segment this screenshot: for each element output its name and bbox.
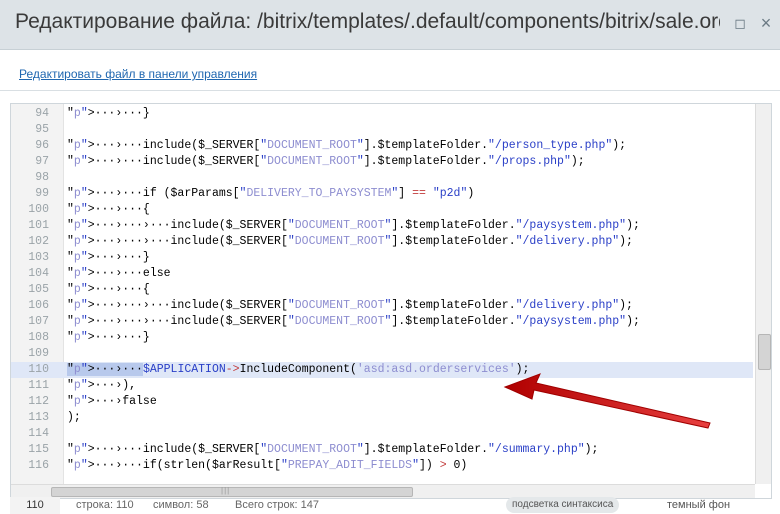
- syntax-highlight-button[interactable]: подсветка синтаксиса: [506, 497, 620, 513]
- code-line[interactable]: 96 "p">···›···include($_SERVER["DOCUMENT_…: [11, 138, 753, 154]
- code-line[interactable]: 98: [11, 170, 753, 186]
- line-number: 104: [28, 267, 49, 280]
- line-number: 114: [28, 427, 49, 440]
- code-line[interactable]: 103 "p">···›···}: [11, 250, 753, 266]
- code-line[interactable]: 97 "p">···›···include($_SERVER["DOCUMENT_…: [11, 154, 753, 170]
- code-line[interactable]: 108 "p">···›···}: [11, 330, 753, 346]
- code-text[interactable]: "p">···›···›···include($_SERVER["DOCUMEN…: [67, 298, 633, 314]
- line-number: 105: [28, 283, 49, 296]
- line-number: 112: [28, 395, 49, 408]
- line-number: 107: [28, 315, 49, 328]
- code-line[interactable]: 114: [11, 426, 753, 442]
- vertical-scrollbar[interactable]: [755, 104, 771, 484]
- dark-background-toggle[interactable]: темный фон: [667, 499, 730, 511]
- code-text[interactable]: "p">···›false: [67, 394, 157, 410]
- code-text[interactable]: "p">···›···if(strlen($arResult["PREPAY_A…: [67, 458, 467, 474]
- code-line[interactable]: 115 "p">···›···include($_SERVER["DOCUMENT…: [11, 442, 753, 458]
- line-number: 99: [35, 187, 49, 200]
- line-number: 97: [35, 155, 49, 168]
- code-text[interactable]: "p">···›···›···include($_SERVER["DOCUMEN…: [67, 314, 640, 330]
- divider: [0, 90, 780, 91]
- code-line[interactable]: 106 "p">···›···›···include($_SERVER["DOCU…: [11, 298, 753, 314]
- line-number: 116: [28, 459, 49, 472]
- code-text[interactable]: "p">···›···include($_SERVER["DOCUMENT_RO…: [67, 154, 585, 170]
- code-editor[interactable]: 94 "p">···›···} 95 96 "p">···›···include($_S…: [10, 103, 772, 499]
- status-total-lines: Всего строк: 147: [235, 499, 319, 511]
- line-number: 102: [28, 235, 49, 248]
- code-text[interactable]: "p">···›···else: [67, 266, 171, 282]
- scroll-grip-icon: |||: [221, 486, 231, 495]
- line-number: 106: [28, 299, 49, 312]
- code-line[interactable]: 104 "p">···›···else: [11, 266, 753, 282]
- line-number: 111: [28, 379, 49, 392]
- code-line[interactable]: 105 "p">···›···{: [11, 282, 753, 298]
- line-number: 94: [35, 107, 49, 120]
- code-line[interactable]: 109: [11, 346, 753, 362]
- close-icon[interactable]: ×: [759, 14, 773, 32]
- code-text[interactable]: );: [67, 410, 81, 426]
- code-line[interactable]: 110 "p">···›···$APPLICATION->IncludeCompo…: [11, 362, 753, 378]
- current-line-indicator: 110: [10, 497, 60, 514]
- code-text[interactable]: "p">···›···include($_SERVER["DOCUMENT_RO…: [67, 138, 626, 154]
- code-text[interactable]: "p">···›···$APPLICATION->IncludeComponen…: [67, 362, 529, 378]
- code-line[interactable]: 113);: [11, 410, 753, 426]
- line-number: 109: [28, 347, 49, 360]
- line-number: 101: [28, 219, 49, 232]
- code-line[interactable]: 116 "p">···›···if(strlen($arResult["PREPA…: [11, 458, 753, 474]
- code-text[interactable]: "p">···›···›···include($_SERVER["DOCUMEN…: [67, 218, 640, 234]
- code-line[interactable]: 101 "p">···›···›···include($_SERVER["DOCU…: [11, 218, 753, 234]
- status-col: символ: 58: [153, 499, 209, 511]
- line-number: 95: [35, 123, 49, 136]
- maximize-icon[interactable]: ◻: [733, 16, 747, 30]
- code-line[interactable]: 102 "p">···›···›···include($_SERVER["DOCU…: [11, 234, 753, 250]
- code-text[interactable]: "p">···›···if ($arParams["DELIVERY_TO_PA…: [67, 186, 474, 202]
- title-bar: Редактирование файла: /bitrix/templates/…: [0, 0, 780, 50]
- line-number: 113: [28, 411, 49, 424]
- edit-in-control-panel-link[interactable]: Редактировать файл в панели управления: [19, 67, 257, 81]
- line-number: 115: [28, 443, 49, 456]
- vertical-scroll-thumb[interactable]: [758, 334, 771, 370]
- code-text[interactable]: "p">···›···{: [67, 282, 150, 298]
- horizontal-scroll-thumb[interactable]: [51, 487, 413, 497]
- code-text[interactable]: "p">···›···›···include($_SERVER["DOCUMEN…: [67, 234, 633, 250]
- status-row: строка: 110: [76, 499, 134, 511]
- line-number: 98: [35, 171, 49, 184]
- line-number: 100: [28, 203, 49, 216]
- code-text[interactable]: "p">···›),: [67, 378, 136, 394]
- code-line[interactable]: 95: [11, 122, 753, 138]
- code-line[interactable]: 107 "p">···›···›···include($_SERVER["DOCU…: [11, 314, 753, 330]
- code-text[interactable]: "p">···›···}: [67, 250, 150, 266]
- line-number: 96: [35, 139, 49, 152]
- line-number: 110: [28, 363, 49, 376]
- code-text[interactable]: "p">···›···include($_SERVER["DOCUMENT_RO…: [67, 442, 598, 458]
- dialog-content: Редактировать файл в панели управления 9…: [0, 50, 780, 514]
- code-line[interactable]: 94 "p">···›···}: [11, 106, 753, 122]
- line-number: 108: [28, 331, 49, 344]
- code-text[interactable]: "p">···›···{: [67, 202, 150, 218]
- code-text[interactable]: "p">···›···}: [67, 330, 150, 346]
- code-line[interactable]: 99 "p">···›···if ($arParams["DELIVERY_TO_…: [11, 186, 753, 202]
- window-title: Редактирование файла: /bitrix/templates/…: [15, 10, 720, 33]
- code-line[interactable]: 112 "p">···›false: [11, 394, 753, 410]
- line-number: 103: [28, 251, 49, 264]
- code-area[interactable]: 94 "p">···›···} 95 96 "p">···›···include($_S…: [11, 104, 753, 484]
- code-text[interactable]: "p">···›···}: [67, 106, 150, 122]
- code-line[interactable]: 111 "p">···›),: [11, 378, 753, 394]
- code-line[interactable]: 100 "p">···›···{: [11, 202, 753, 218]
- status-bar: 110 строка: 110 символ: 58 Всего строк: …: [10, 497, 772, 514]
